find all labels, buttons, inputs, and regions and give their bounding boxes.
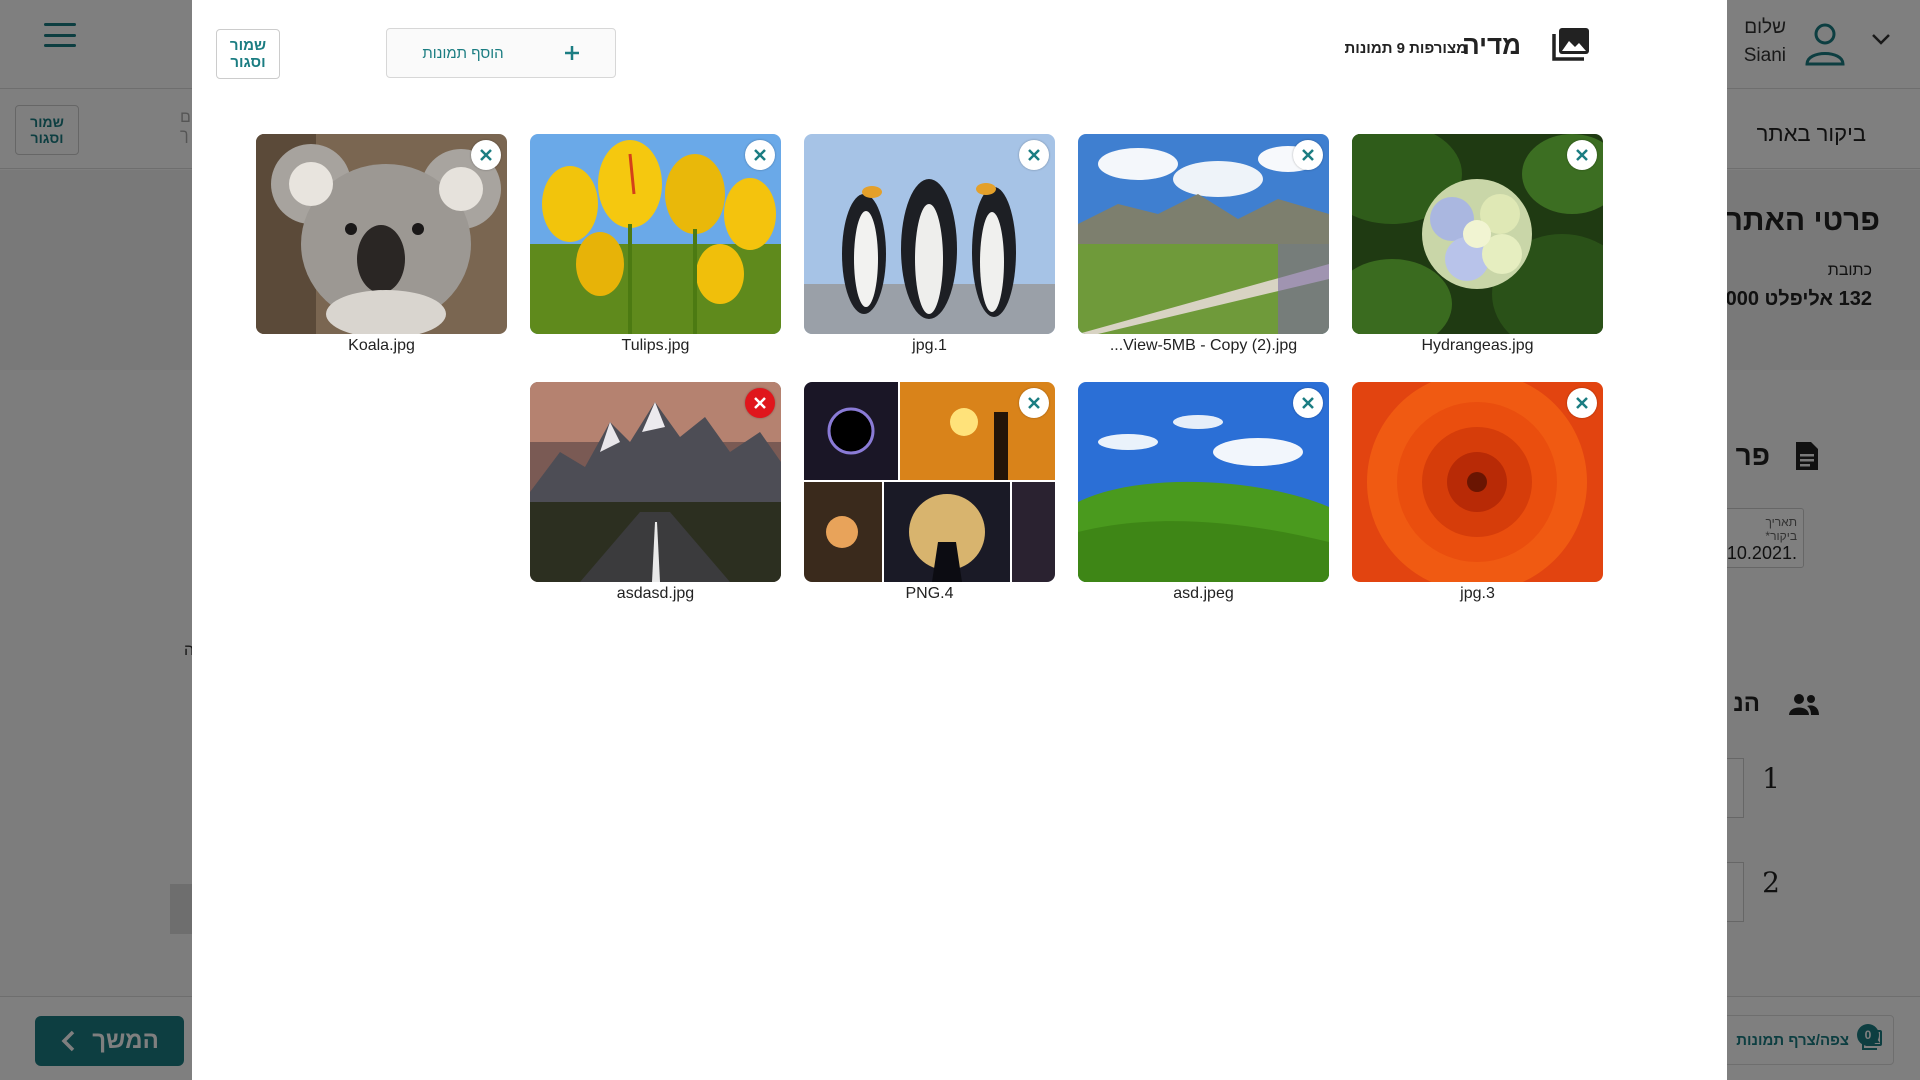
add-images-label: הוסף תמונות bbox=[422, 44, 504, 62]
images-icon bbox=[1552, 28, 1589, 61]
mountain-road-image bbox=[530, 382, 781, 582]
remove-image-button[interactable] bbox=[1293, 388, 1323, 418]
close-icon bbox=[1028, 149, 1040, 161]
image-filename: Koala.jpg bbox=[348, 337, 415, 354]
media-modal: שמור וסגור הוסף תמונות מצורפות 9 תמונות מ… bbox=[192, 0, 1727, 1080]
attached-count: מצורפות 9 תמונות bbox=[1344, 40, 1467, 57]
close-icon bbox=[1028, 397, 1040, 409]
close-icon bbox=[1576, 397, 1588, 409]
image-filename: Tulips.jpg bbox=[621, 337, 690, 354]
image-filename: jpg.1 bbox=[912, 337, 947, 354]
remove-image-button[interactable] bbox=[1019, 388, 1049, 418]
image-thumbnail[interactable]: jpg.1 bbox=[804, 134, 1055, 357]
save-close-button[interactable]: שמורוסגור bbox=[216, 29, 280, 79]
close-icon bbox=[1576, 149, 1588, 161]
green-hill-image bbox=[1078, 382, 1329, 582]
close-icon bbox=[1302, 397, 1314, 409]
tulips-image bbox=[530, 134, 781, 334]
remove-image-button[interactable] bbox=[745, 388, 775, 418]
close-icon bbox=[754, 149, 766, 161]
photo-collage-image bbox=[804, 382, 1055, 582]
image-thumbnail[interactable]: Tulips.jpg bbox=[530, 134, 781, 357]
image-filename: ...View-5MB - Copy (2).jpg bbox=[1109, 337, 1298, 354]
hydrangea-image bbox=[1352, 134, 1603, 334]
image-thumbnail[interactable]: ...View-5MB - Copy (2).jpg bbox=[1078, 134, 1329, 357]
add-images-button[interactable]: הוסף תמונות bbox=[386, 28, 616, 78]
remove-image-button[interactable] bbox=[1567, 140, 1597, 170]
remove-image-button[interactable] bbox=[471, 140, 501, 170]
koala-image bbox=[256, 134, 507, 334]
close-icon bbox=[754, 397, 766, 409]
remove-image-button[interactable] bbox=[1293, 140, 1323, 170]
dahlia-image bbox=[1352, 382, 1603, 582]
image-filename: asd.jpeg bbox=[1173, 585, 1234, 602]
remove-image-button[interactable] bbox=[745, 140, 775, 170]
image-filename: jpg.3 bbox=[1460, 585, 1495, 602]
close-icon bbox=[480, 149, 492, 161]
remove-image-button[interactable] bbox=[1019, 140, 1049, 170]
image-filename: asdasd.jpg bbox=[616, 585, 695, 602]
image-thumbnail[interactable]: jpg.3 bbox=[1352, 382, 1603, 605]
penguins-image bbox=[804, 134, 1055, 334]
modal-title: מדיה bbox=[1462, 30, 1521, 60]
remove-image-button[interactable] bbox=[1567, 388, 1597, 418]
meadow-landscape-image bbox=[1078, 134, 1329, 334]
image-filename: PNG.4 bbox=[905, 585, 954, 602]
image-thumbnail[interactable]: asdasd.jpg bbox=[530, 382, 781, 605]
image-thumbnail[interactable]: Koala.jpg bbox=[256, 134, 507, 357]
plus-icon bbox=[564, 46, 579, 60]
image-thumbnail[interactable]: Hydrangeas.jpg bbox=[1352, 134, 1603, 357]
image-filename: Hydrangeas.jpg bbox=[1421, 337, 1534, 354]
close-icon bbox=[1302, 149, 1314, 161]
image-thumbnail[interactable]: asd.jpeg bbox=[1078, 382, 1329, 605]
image-thumbnail[interactable]: PNG.4 bbox=[804, 382, 1055, 605]
